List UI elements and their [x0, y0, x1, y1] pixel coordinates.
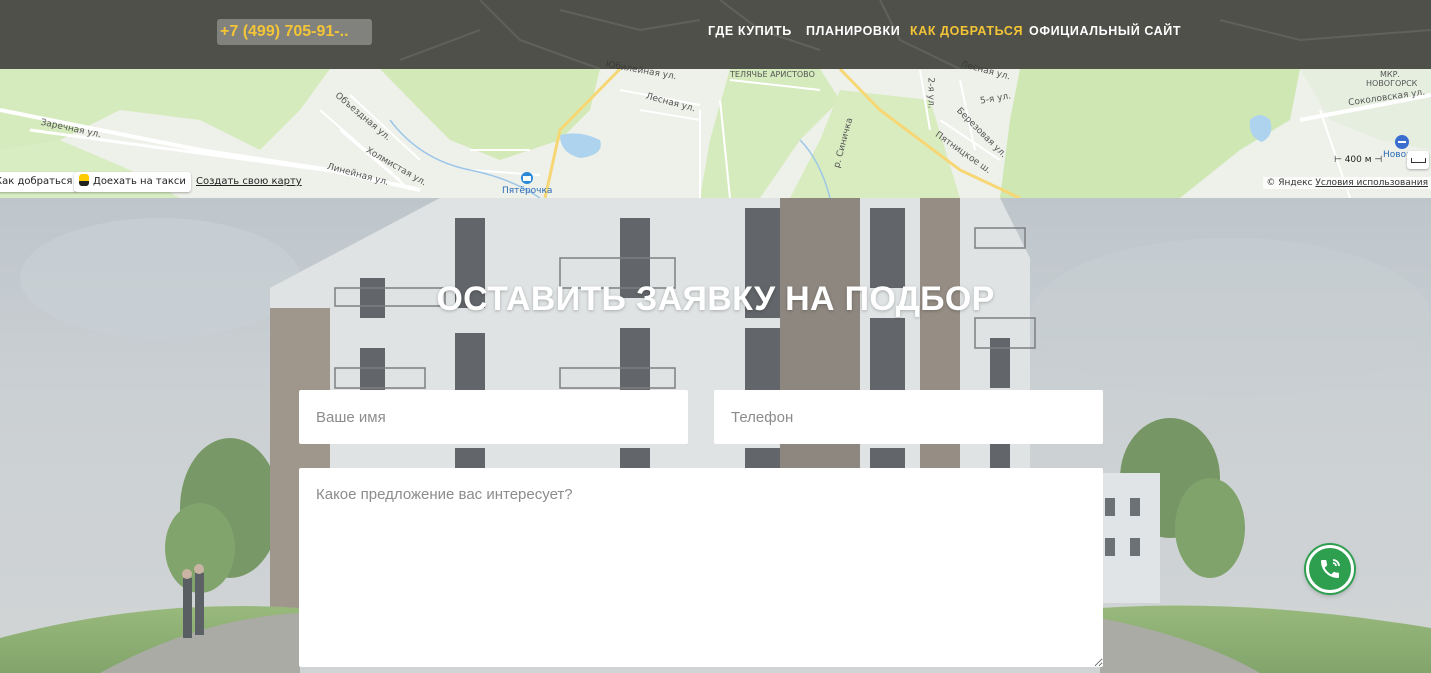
- nav-directions[interactable]: КАК ДОБРАТЬСЯ: [910, 23, 1023, 39]
- district-label: ТЕЛЯЧЬЕ АРИСТОВО: [730, 70, 815, 79]
- callback-button[interactable]: [1306, 545, 1354, 593]
- message-textarea[interactable]: [299, 468, 1103, 667]
- nav-where-to-buy[interactable]: ГДЕ КУПИТЬ: [708, 23, 792, 39]
- street-label: 2-я ул.: [925, 77, 936, 109]
- terms-link[interactable]: Условия использования: [1315, 178, 1428, 188]
- district-label: МКР. НОВОГОРСК: [1366, 70, 1418, 88]
- phone-icon: [1321, 559, 1340, 578]
- form-title: ОСТАВИТЬ ЗАЯВКУ НА ПОДБОР: [436, 280, 995, 318]
- map-scale: ⊢ 400 м ⊣: [1334, 155, 1383, 165]
- taxi-button[interactable]: Доехать на такси: [74, 172, 191, 192]
- ruler-icon[interactable]: [1407, 151, 1429, 169]
- nav-official-site[interactable]: ОФИЦИАЛЬНЫЙ САЙТ: [1029, 23, 1181, 39]
- route-button[interactable]: Как добраться: [0, 172, 78, 192]
- site-header: +7 (499) 705-91-.. ГДЕ КУПИТЬ ПЛАНИРОВКИ…: [0, 0, 1431, 69]
- taxi-icon: [79, 174, 89, 186]
- nav-layouts[interactable]: ПЛАНИРОВКИ: [806, 23, 900, 39]
- name-input[interactable]: [299, 390, 688, 444]
- scale-label: 400 м: [1344, 155, 1372, 165]
- create-map-link[interactable]: Создать свою карту: [196, 176, 302, 187]
- phone-number-link[interactable]: +7 (499) 705-91-..: [217, 19, 372, 45]
- taxi-button-label: Доехать на такси: [93, 176, 186, 187]
- map-copyright: © Яндекс Условия использования: [1263, 177, 1431, 189]
- request-form-section: ОСТАВИТЬ ЗАЯВКУ НА ПОДБОР: [0, 198, 1431, 673]
- copyright-text: © Яндекс: [1266, 178, 1313, 188]
- phone-input[interactable]: [714, 390, 1103, 444]
- poi-label: Пятёрочка: [502, 186, 553, 196]
